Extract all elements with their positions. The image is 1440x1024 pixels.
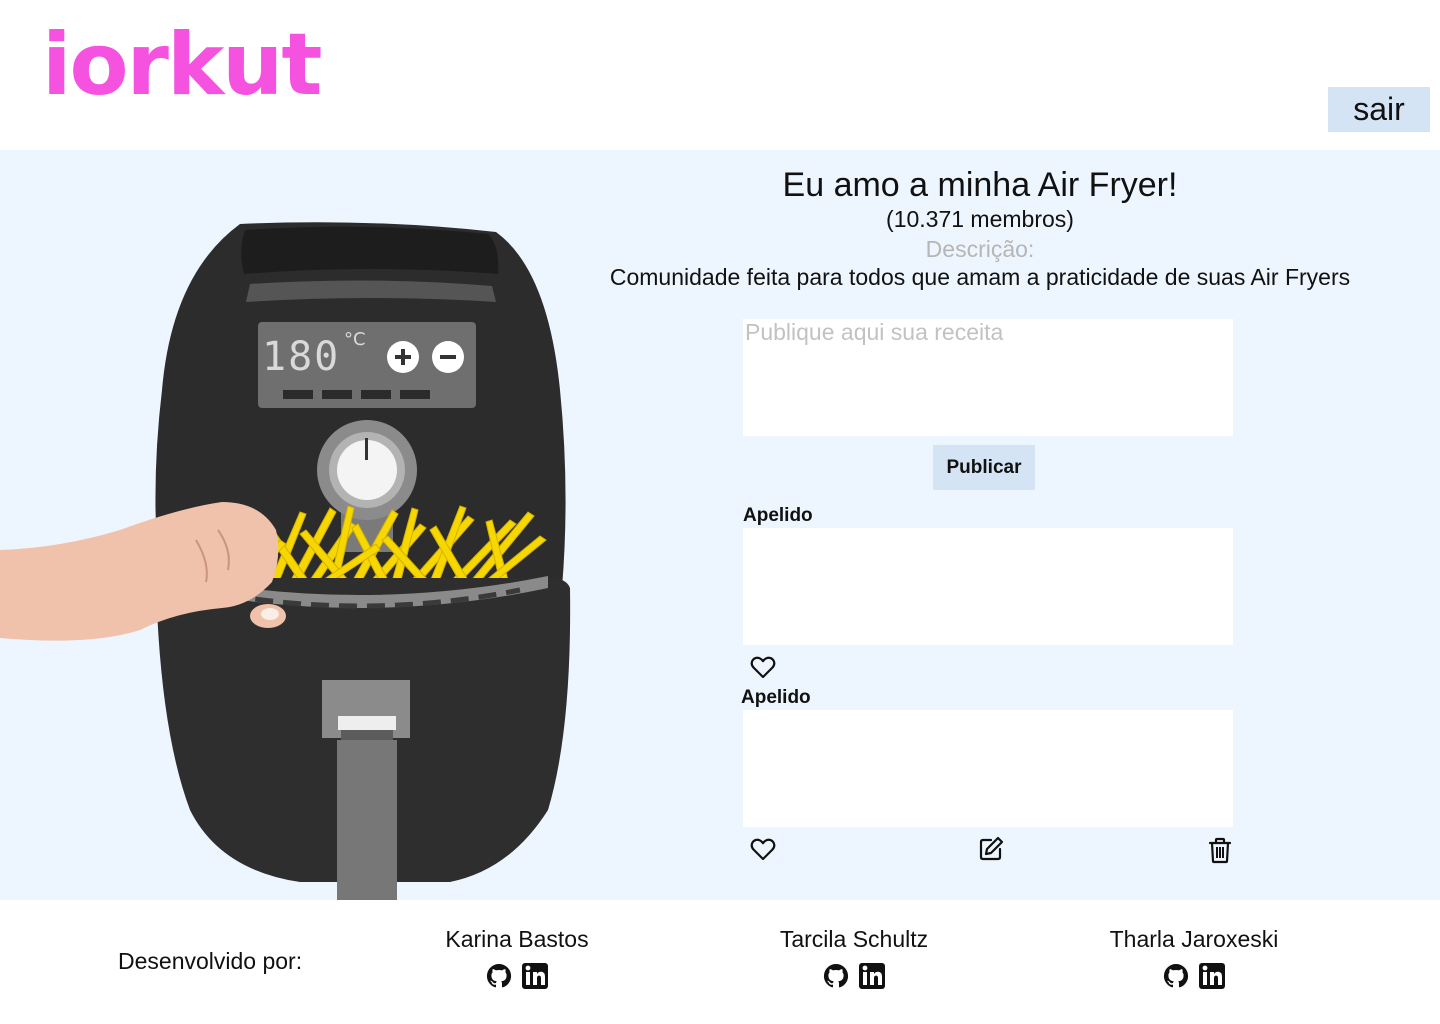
linkedin-icon[interactable] — [520, 961, 550, 991]
developer-name: Karina Bastos — [445, 926, 589, 952]
linkedin-icon[interactable] — [857, 961, 887, 991]
developer-card: Tarcila Schultz — [734, 926, 974, 991]
github-icon[interactable] — [484, 961, 514, 991]
post-content — [743, 710, 1233, 827]
logout-button[interactable]: sair — [1328, 87, 1430, 132]
community-section: 180 °C Eu amo a minha Air Fryer! (10.371… — [0, 150, 1440, 900]
air-fryer-illustration: 180 °C — [0, 222, 571, 900]
post-author: Apelido — [743, 505, 813, 526]
logo: iorkut — [42, 15, 323, 115]
display-temp: 180 — [262, 334, 340, 380]
github-icon[interactable] — [821, 961, 851, 991]
post-author: Apelido — [741, 687, 811, 708]
display-unit: °C — [344, 329, 366, 350]
developer-name: Tarcila Schultz — [779, 926, 929, 952]
description-label: Descrição: — [925, 236, 1035, 262]
community-title: Eu amo a minha Air Fryer! — [782, 166, 1178, 204]
developer-card: Tharla Jaroxeski — [1074, 926, 1314, 991]
footer: Desenvolvido por: Karina Bastos Tarcila … — [0, 900, 1440, 1024]
heart-icon[interactable] — [748, 653, 778, 683]
linkedin-icon[interactable] — [1197, 961, 1227, 991]
recipe-input[interactable] — [743, 319, 1233, 436]
post-content — [743, 528, 1233, 645]
developer-name: Tharla Jaroxeski — [1109, 926, 1279, 952]
heart-icon[interactable] — [748, 835, 778, 865]
developed-by-label: Desenvolvido por: — [118, 948, 303, 974]
publish-button[interactable]: Publicar — [933, 445, 1035, 490]
member-count: (10.371 membros) — [886, 206, 1074, 232]
community-description: Comunidade feita para todos que amam a p… — [609, 264, 1351, 290]
header: iorkut sair — [0, 0, 1440, 150]
trash-icon[interactable] — [1205, 835, 1235, 865]
edit-icon[interactable] — [976, 834, 1006, 864]
developer-card: Karina Bastos — [397, 926, 637, 991]
github-icon[interactable] — [1161, 961, 1191, 991]
